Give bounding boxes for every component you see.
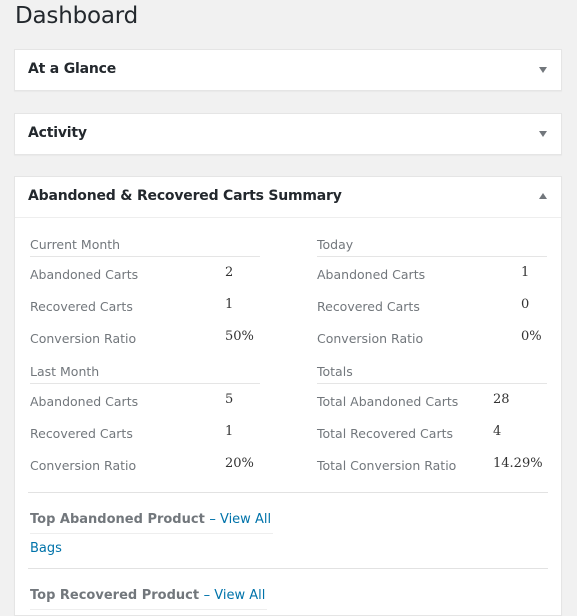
today-section: Today Abandoned Carts 1 Recovered Carts …	[317, 234, 547, 357]
stat-label: Abandoned Carts	[30, 267, 139, 282]
stat-value: 1	[225, 297, 234, 312]
widget-activity: Activity	[14, 113, 562, 155]
stat-label: Recovered Carts	[30, 299, 133, 314]
stat-row: Conversion Ratio 0%	[317, 325, 547, 357]
stat-label: Total Abandoned Carts	[317, 394, 459, 409]
section-title: Totals	[317, 361, 547, 384]
divider	[28, 568, 548, 569]
caret-down-icon[interactable]	[539, 131, 547, 137]
stat-value: 0%	[521, 329, 542, 344]
divider	[28, 492, 548, 493]
stat-label: Total Conversion Ratio	[317, 458, 457, 473]
stat-value: 5	[225, 392, 234, 407]
stat-value: 14.29%	[493, 456, 543, 471]
stat-label: Recovered Carts	[30, 426, 133, 441]
section-title: Top Abandoned Product	[30, 512, 205, 527]
widget-carts-summary: Abandoned & Recovered Carts Summary Curr…	[14, 176, 562, 616]
stat-row: Recovered Carts 0	[317, 293, 547, 325]
stat-value: 20%	[225, 456, 254, 471]
widget-at-a-glance: At a Glance	[14, 49, 562, 91]
stat-label: Abandoned Carts	[317, 267, 426, 282]
stat-label: Conversion Ratio	[317, 331, 424, 346]
view-all-abandoned-link[interactable]: – View All	[209, 512, 271, 527]
stat-label: Conversion Ratio	[30, 331, 137, 346]
stat-value: 2	[225, 265, 234, 280]
stat-row: Conversion Ratio 20%	[30, 452, 260, 484]
stat-row: Recovered Carts 1	[30, 293, 260, 325]
stat-value: 1	[521, 265, 530, 280]
stat-row: Conversion Ratio 50%	[30, 325, 260, 357]
last-month-section: Last Month Abandoned Carts 5 Recovered C…	[30, 361, 260, 484]
totals-section: Totals Total Abandoned Carts 28 Total Re…	[317, 361, 547, 484]
widget-title: Abandoned & Recovered Carts Summary	[28, 188, 342, 204]
stat-row: Recovered Carts 1	[30, 420, 260, 452]
stat-label: Abandoned Carts	[30, 394, 139, 409]
stat-label: Recovered Carts	[317, 299, 420, 314]
stat-label: Total Recovered Carts	[317, 426, 453, 441]
caret-up-icon[interactable]	[539, 193, 547, 199]
top-abandoned-product-section: Top Abandoned Product – View All Bags	[30, 508, 274, 556]
widget-header-activity[interactable]: Activity	[15, 114, 561, 154]
caret-down-icon[interactable]	[539, 67, 547, 73]
widget-title: Activity	[28, 125, 87, 141]
stat-row: Total Conversion Ratio 14.29%	[317, 452, 547, 484]
section-title: Today	[317, 234, 547, 257]
stat-value: 0	[521, 297, 530, 312]
stat-row: Total Abandoned Carts 28	[317, 388, 547, 420]
stat-label: Conversion Ratio	[30, 458, 137, 473]
current-month-section: Current Month Abandoned Carts 2 Recovere…	[30, 234, 260, 357]
stat-value: 28	[493, 392, 510, 407]
section-title: Last Month	[30, 361, 260, 384]
stat-value: 4	[493, 424, 502, 439]
stat-row: Total Recovered Carts 4	[317, 420, 547, 452]
section-title: Current Month	[30, 234, 260, 257]
stat-value: 1	[225, 424, 234, 439]
top-recovered-product-heading: Top Recovered Product – View All	[30, 588, 268, 610]
stat-row: Abandoned Carts 2	[30, 261, 260, 293]
stat-row: Abandoned Carts 1	[317, 261, 547, 293]
page-title: Dashboard	[15, 3, 138, 29]
top-abandoned-product-heading: Top Abandoned Product – View All	[30, 512, 274, 534]
section-title: Top Recovered Product	[30, 588, 200, 603]
widget-header-at-a-glance[interactable]: At a Glance	[15, 50, 561, 90]
widget-header-carts-summary[interactable]: Abandoned & Recovered Carts Summary	[15, 177, 561, 218]
product-link[interactable]: Bags	[30, 541, 273, 556]
widget-title: At a Glance	[28, 61, 117, 77]
stat-row: Abandoned Carts 5	[30, 388, 260, 420]
stat-value: 50%	[225, 329, 254, 344]
view-all-recovered-link[interactable]: – View All	[204, 588, 266, 603]
top-recovered-product-section: Top Recovered Product – View All	[30, 584, 268, 610]
